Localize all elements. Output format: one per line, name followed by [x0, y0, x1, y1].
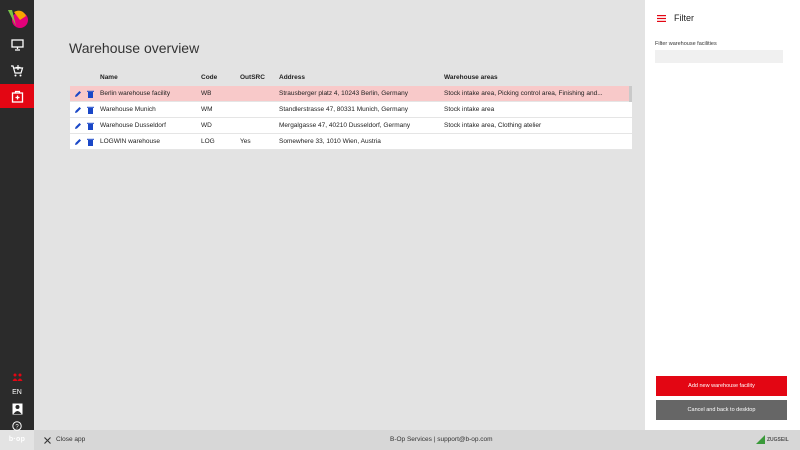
cell-address: Strausberger platz 4, 10243 Berlin, Germ… [279, 90, 408, 97]
table-row[interactable]: Warehouse Munich WM Standlerstrasse 47, … [70, 102, 632, 118]
table-row[interactable]: Berlin warehouse facility WB Strausberge… [70, 86, 632, 102]
close-app-label: Close app [56, 436, 86, 443]
sidebar-item-desktop[interactable] [0, 33, 34, 57]
filter-title: Filter [674, 13, 694, 23]
cell-address: Standlerstrasse 47, 80331 Munich, German… [279, 106, 408, 113]
people-icon [12, 373, 22, 381]
user-profile-icon [12, 403, 22, 415]
filter-panel: Filter Filter warehouse facilities Add n… [645, 0, 800, 430]
delete-icon[interactable] [87, 90, 94, 98]
monitor-icon [10, 39, 24, 51]
help-icon: ? [12, 421, 22, 431]
cell-areas: Stock intake area, Picking control area,… [444, 90, 603, 97]
cell-code: WD [201, 122, 212, 129]
edit-icon[interactable] [74, 90, 82, 98]
close-icon [44, 436, 51, 444]
filter-header: Filter [657, 13, 694, 23]
cell-areas: Stock intake area [444, 106, 495, 113]
brand-name: ZUGSEIL [767, 436, 789, 443]
table-row[interactable]: LOGWIN warehouse LOG Yes Somewhere 33, 1… [70, 134, 632, 150]
warehouse-icon [11, 90, 23, 103]
delete-icon[interactable] [87, 122, 94, 130]
cancel-button[interactable]: Cancel and back to desktop [656, 400, 787, 420]
cell-outsrc: Yes [240, 138, 251, 145]
edit-icon[interactable] [74, 106, 82, 114]
cell-code: WM [201, 106, 213, 113]
bop-logo: b·op [8, 435, 26, 443]
cell-areas: Stock intake area, Clothing atelier [444, 122, 542, 129]
sidebar-item-orders[interactable] [0, 59, 34, 83]
sidebar-item-profile[interactable] [0, 402, 34, 416]
cell-name: LOGWIN warehouse [100, 138, 160, 145]
close-app-button[interactable]: Close app [44, 430, 85, 450]
language-switch[interactable]: EN [0, 386, 34, 398]
sidebar-item-help[interactable]: ? [0, 420, 34, 432]
sidebar-item-people[interactable] [0, 371, 34, 383]
cell-name: Warehouse Munich [100, 106, 156, 113]
cell-code: WB [201, 90, 212, 97]
brand-mark-icon [756, 435, 765, 444]
cell-name: Berlin warehouse facility [100, 90, 171, 97]
add-warehouse-button[interactable]: Add new warehouse facility [656, 376, 787, 396]
footer-support-text: B-Op Services | support@b-op.com [390, 436, 493, 443]
page-title: Warehouse overview [69, 40, 200, 56]
cart-add-icon [11, 65, 24, 77]
warehouse-table: Name Code OutSRC Address Warehouse areas… [70, 70, 632, 150]
app-sidebar: EN ? b·op [0, 0, 34, 443]
column-header-address[interactable]: Address [279, 70, 305, 86]
cell-address: Somewhere 33, 1010 Wien, Austria [279, 138, 381, 145]
column-header-outsrc[interactable]: OutSRC [240, 70, 265, 86]
edit-icon[interactable] [74, 122, 82, 130]
column-header-name[interactable]: Name [100, 70, 118, 86]
main-content: Warehouse overview Name Code OutSRC Addr… [34, 0, 645, 430]
cell-address: Mergalgasse 47, 40210 Dusseldorf, German… [279, 122, 411, 129]
filter-icon [657, 14, 666, 22]
footer-bar: Close app B-Op Services | support@b-op.c… [34, 430, 800, 450]
delete-icon[interactable] [87, 138, 94, 146]
filter-warehouse-input[interactable] [655, 50, 783, 63]
edit-icon[interactable] [74, 138, 82, 146]
sidebar-item-warehouse[interactable] [0, 84, 34, 108]
app-logo[interactable] [6, 8, 28, 30]
filter-label: Filter warehouse facilities [655, 41, 717, 47]
column-header-areas[interactable]: Warehouse areas [444, 70, 624, 86]
cell-name: Warehouse Dusseldorf [100, 122, 166, 129]
table-row[interactable]: Warehouse Dusseldorf WD Mergalgasse 47, … [70, 118, 632, 134]
table-scrollbar[interactable] [629, 86, 632, 102]
column-header-code[interactable]: Code [201, 70, 217, 86]
cell-code: LOG [201, 138, 215, 145]
delete-icon[interactable] [87, 106, 94, 114]
brand-logo: ZUGSEIL [756, 435, 789, 444]
table-header: Name Code OutSRC Address Warehouse areas [70, 70, 632, 86]
